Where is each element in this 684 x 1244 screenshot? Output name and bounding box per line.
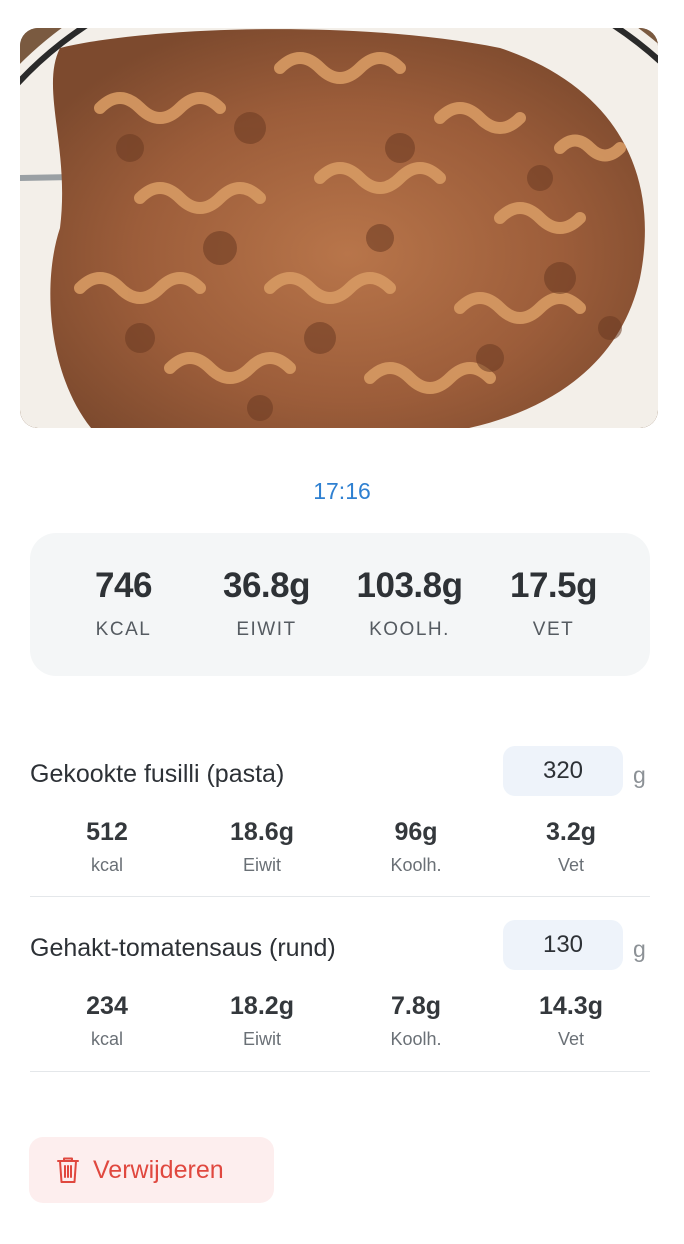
pasta-dish-photo (20, 28, 658, 428)
trash-icon (57, 1157, 79, 1183)
quantity-input[interactable]: 130 (503, 920, 623, 970)
item-kcal: 234 kcal (30, 992, 184, 1050)
item-carbs-value: 7.8g (390, 992, 442, 1020)
item-kcal-value: 512 (86, 818, 128, 846)
item-kcal-label: kcal (90, 855, 123, 875)
item-protein: 18.2g Eiwit (185, 992, 339, 1050)
summary-protein-value: 36.8g (223, 566, 311, 605)
summary-carbs-value: 103.8g (356, 566, 463, 605)
summary-kcal-label: KCAL (95, 619, 152, 640)
item-carbs: 96g Koolh. (339, 818, 493, 876)
item-fat-label: Vet (557, 855, 585, 875)
quantity-unit: g (633, 936, 646, 962)
item-kcal-value: 234 (86, 992, 128, 1020)
summary-carbs-label: KOOLH. (369, 619, 450, 640)
item-protein-label: Eiwit (242, 1029, 281, 1049)
item-kcal: 512 kcal (30, 818, 184, 876)
item-fat: 14.3g Vet (494, 992, 648, 1050)
item-protein-label: Eiwit (242, 855, 281, 875)
item-carbs-label: Koolh. (390, 1029, 442, 1049)
item-carbs: 7.8g Koolh. (339, 992, 493, 1050)
item-fat-value: 14.3g (539, 992, 603, 1020)
item-divider (30, 1071, 650, 1072)
meal-time[interactable]: 17:16 (0, 478, 684, 505)
summary-protein-label: EIWIT (236, 619, 297, 640)
item-carbs-label: Koolh. (390, 855, 442, 875)
item-kcal-label: kcal (90, 1029, 123, 1049)
summary-fat-label: VET (532, 619, 575, 640)
item-carbs-value: 96g (394, 818, 438, 846)
item-fat: 3.2g Vet (494, 818, 648, 876)
delete-button-label: Verwijderen (93, 1155, 224, 1184)
food-item-name: Gehakt-tomatensaus (rund) (30, 934, 336, 962)
item-fat-label: Vet (557, 1029, 585, 1049)
summary-fat-value: 17.5g (510, 566, 598, 605)
nutrition-summary-card: 746 KCAL 36.8g EIWIT 103.8g KOOLH. 17.5g… (30, 533, 650, 676)
summary-kcal-value: 746 (95, 566, 152, 605)
quantity-unit: g (633, 762, 646, 788)
item-protein-value: 18.6g (230, 818, 294, 846)
item-divider (30, 896, 650, 897)
meal-photo (20, 28, 658, 428)
food-item-name: Gekookte fusilli (pasta) (30, 760, 285, 788)
item-protein: 18.6g Eiwit (185, 818, 339, 876)
item-protein-value: 18.2g (230, 992, 294, 1020)
item-fat-value: 3.2g (545, 818, 597, 846)
delete-button[interactable]: Verwijderen (29, 1137, 274, 1203)
quantity-input[interactable]: 320 (503, 746, 623, 796)
